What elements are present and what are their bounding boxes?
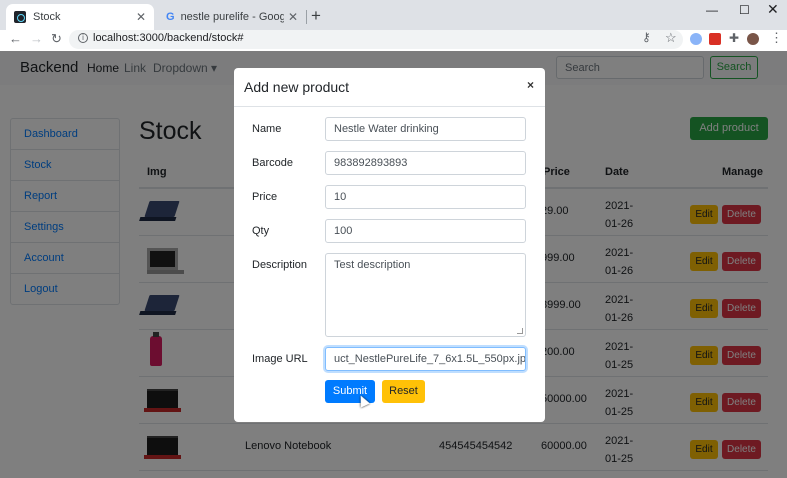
add-product-modal: Add new product × Name Nestle Water drin… [234,68,545,422]
qty-label: Qty [252,225,270,237]
reload-icon[interactable]: ↻ [51,31,62,47]
name-field[interactable]: Nestle Water drinking [325,117,526,141]
close-tab-icon[interactable]: ✕ [136,10,146,24]
extension-icon[interactable] [690,33,702,45]
name-label: Name [252,123,282,135]
address-bar[interactable]: i localhost:3000/backend/stock# ⚷ ☆ [69,30,683,49]
price-field[interactable]: 10 [325,185,526,209]
browser-titlebar: Stock ✕ G nestle purelife - Google Searc… [0,0,787,30]
maximize-icon[interactable]: ☐ [739,3,750,17]
tab-google-search[interactable]: G nestle purelife - Google Search ✕ [158,4,306,30]
barcode-label: Barcode [252,157,293,169]
avatar[interactable] [747,33,759,45]
minimize-icon[interactable]: — [706,3,718,17]
react-icon [14,11,26,23]
key-icon[interactable]: ⚷ [642,30,651,44]
menu-dots-icon[interactable]: ⋮ [770,30,783,45]
info-icon[interactable]: i [78,33,88,43]
close-tab-icon[interactable]: ✕ [288,10,298,24]
browser-toolbar: ← → ↻ i localhost:3000/backend/stock# ⚷ … [0,30,787,51]
barcode-field[interactable]: 983892893893 [325,151,526,175]
extension-icon[interactable] [709,33,721,45]
google-icon: G [166,11,175,23]
qty-field[interactable]: 100 [325,219,526,243]
tab-stock[interactable]: Stock ✕ [6,4,154,30]
price-label: Price [252,191,278,203]
resize-handle-icon[interactable] [517,328,523,334]
window-close-icon[interactable]: ✕ [767,1,779,18]
reset-button[interactable]: Reset [382,380,425,403]
description-text: Test description [334,259,411,271]
tab-divider [306,10,307,24]
puzzle-icon[interactable]: ✚ [729,31,741,45]
tab-title: Stock [33,11,61,23]
url-text: localhost:3000/backend/stock# [93,32,244,44]
image-url-field[interactable]: uct_NestlePureLife_7_6x1.5L_550px.jpg [325,347,526,371]
modal-header: Add new product × [234,68,545,107]
close-icon[interactable]: × [527,78,534,92]
forward-arrow-icon[interactable]: → [30,31,43,46]
new-tab-icon[interactable]: + [311,6,321,26]
bookmark-star-icon[interactable]: ☆ [665,30,677,46]
modal-title: Add new product [244,79,350,95]
description-label: Description [252,259,308,271]
description-field[interactable]: Test description [325,253,526,337]
image-url-label: Image URL [252,353,308,365]
back-arrow-icon[interactable]: ← [9,31,22,46]
page-content: Backend Home Link Dropdown ▾ Search Sear… [0,51,787,478]
tab-title: nestle purelife - Google Search [180,11,284,23]
